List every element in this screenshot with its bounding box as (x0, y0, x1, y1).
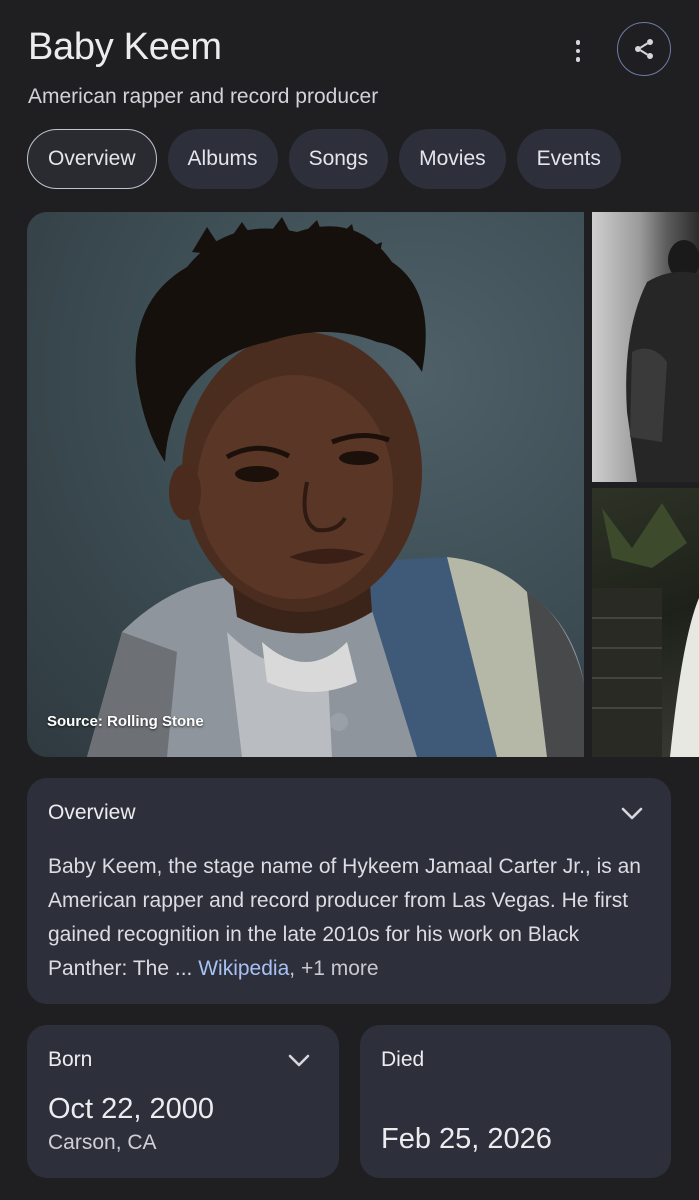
share-icon (635, 39, 653, 59)
share-button[interactable] (617, 22, 671, 76)
more-vert-icon (575, 40, 581, 45)
died-date: Feb 25, 2026 (381, 1123, 552, 1155)
overview-description: Baby Keem, the stage name of Hykeem Jama… (48, 850, 658, 986)
source-separator: , (289, 957, 296, 980)
died-card[interactable]: Died Feb 25, 2026 (360, 1025, 671, 1178)
born-card[interactable]: Born Oct 22, 2000 Carson, CA (27, 1025, 339, 1178)
overview-heading: Overview (48, 801, 136, 824)
born-label: Born (48, 1048, 93, 1071)
page-title: Baby Keem (28, 26, 222, 68)
knowledge-panel: Baby Keem American rapper and record pro… (0, 0, 699, 1200)
born-date: Oct 22, 2000 (48, 1093, 215, 1125)
born-place: Carson, CA (48, 1131, 157, 1154)
side-photo-figure (626, 240, 699, 482)
image-source-caption: Source: Rolling Stone (47, 713, 204, 730)
chevron-down-icon[interactable] (621, 807, 643, 821)
page-subtitle: American rapper and record producer (28, 85, 379, 108)
tab-albums[interactable]: Albums (167, 129, 278, 189)
tab-events[interactable]: Events (516, 129, 621, 189)
tab-overview[interactable]: Overview (27, 129, 157, 189)
side-image-top[interactable] (592, 212, 699, 482)
chevron-down-icon[interactable] (288, 1054, 310, 1068)
more-options-button[interactable] (563, 34, 593, 68)
side-photo-scene (592, 503, 699, 757)
wikipedia-link[interactable]: Wikipedia (198, 957, 289, 980)
overview-card[interactable]: Overview Baby Keem, the stage name of Hy… (27, 778, 671, 1004)
tab-movies[interactable]: Movies (399, 129, 506, 189)
portrait-illustration (87, 217, 584, 757)
main-portrait-image[interactable]: Source: Rolling Stone (27, 212, 584, 757)
tab-songs[interactable]: Songs (288, 129, 389, 189)
side-image-bottom[interactable] (592, 488, 699, 757)
more-sources-link[interactable]: +1 more (301, 957, 379, 980)
tab-bar: Overview Albums Songs Movies Events (27, 129, 621, 189)
died-label: Died (381, 1048, 425, 1071)
